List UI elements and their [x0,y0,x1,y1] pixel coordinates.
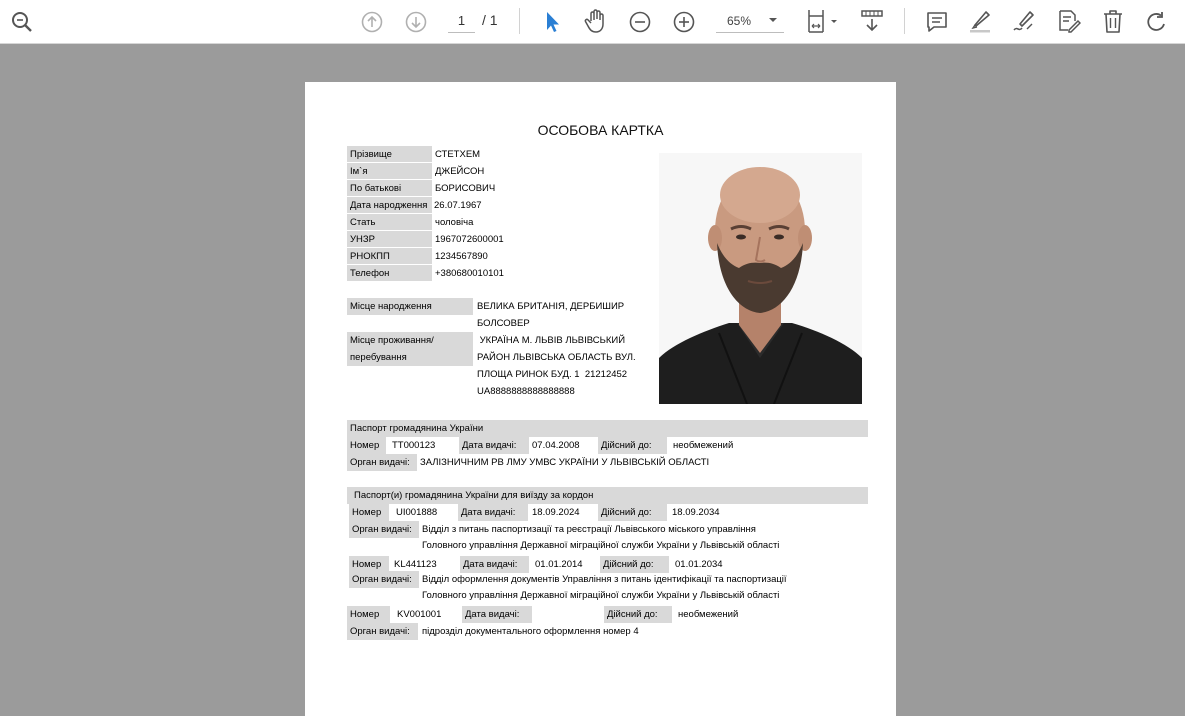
label-patronymic: По батькові [347,180,432,196]
foreign-3-valid: необмежений [678,609,739,620]
foreign-2-valid-label: Дійсний до: [600,556,669,573]
foreign-1-org-line1: Відділ з питань паспортизації та реєстра… [422,524,756,535]
draw-icon[interactable] [1010,7,1038,35]
passport-org: ЗАЛІЗНИЧНИМ РВ ЛМУ УМВС УКРАЇНИ У ЛЬВІВС… [420,457,710,468]
zoom-in-icon[interactable] [670,8,698,36]
next-page-icon[interactable] [402,8,430,36]
document-page: ОСОБОВА КАРТКА Прізвище СТЕТХЕМ Ім`я ДЖЕ… [305,82,896,716]
foreign-2-number: KL441123 [394,559,437,570]
value-sex: чоловіча [435,217,474,228]
value-birthplace-line2: БОЛСОВЕР [477,318,530,329]
page-total: / 1 [482,12,498,28]
zoom-select[interactable]: 65% [716,9,784,33]
toolbar: / 1 65% [0,0,1185,44]
foreign-1-valid-label: Дійсний до: [598,504,667,521]
highlight-icon[interactable] [966,7,994,35]
value-residence-line2: РАЙОН ЛЬВІВСЬКА ОБЛАСТЬ ВУЛ. [477,352,636,363]
foreign-2-valid: 01.01.2034 [675,559,723,570]
download-icon[interactable] [858,7,886,35]
foreign-3-org-label: Орган видачі: [347,623,418,640]
passport-issued: 07.04.2008 [532,440,580,451]
zoom-search-icon[interactable] [8,8,36,36]
foreign-2-org-line2: Головного управління Державної міграційн… [422,590,780,601]
edit-text-icon[interactable] [1054,7,1082,35]
value-birthplace-line1: ВЕЛИКА БРИТАНІЯ, ДЕРБИШИР [477,301,625,312]
label-birthplace: Місце народження [347,298,473,315]
foreign-3-valid-label: Дійсний до: [604,606,672,623]
value-rnokpp: 1234567890 [435,251,488,262]
label-residence-line1: Місце проживання/ [350,335,434,346]
label-residence-line2: перебування [350,352,407,363]
foreign-1-issued: 18.09.2024 [532,507,580,518]
person-photo [659,153,862,404]
passport-valid: необмежений [673,440,734,451]
foreign-passport-header: Паспорт(и) громадянина України для виїзд… [347,487,868,504]
foreign-1-valid: 18.09.2034 [672,507,720,518]
select-cursor-icon[interactable] [538,8,566,36]
foreign-1-number: UI001888 [396,507,438,518]
chevron-down-icon [768,14,778,28]
value-birthdate: 26.07.1967 [434,200,482,211]
label-rnokpp: РНОКПП [347,248,432,264]
hand-icon[interactable] [582,7,610,35]
label-sex: Стать [347,214,432,230]
rotate-icon[interactable] [1143,8,1171,36]
foreign-2-org-label: Орган видачі: [349,571,419,588]
foreign-3-issued-label: Дата видачі: [462,606,532,623]
passport-header: Паспорт громадянина України [347,420,868,437]
toolbar-divider [519,8,520,34]
passport-issued-label: Дата видачі: [459,437,529,454]
foreign-1-org-label: Орган видачі: [349,521,419,538]
value-residence-line3: ПЛОЩА РИНОК БУД. 1 21212452 [477,369,628,380]
value-residence-line4: UA8888888888888888 [477,386,575,397]
foreign-2-issued: 01.01.2014 [535,559,583,570]
document-title: ОСОБОВА КАРТКА [537,122,664,138]
foreign-2-org-line1: Відділ оформлення документів Управління … [422,574,787,585]
zoom-value: 65% [727,14,752,28]
foreign-1-org-line2: Головного управління Державної міграційн… [422,540,780,551]
foreign-1-number-label: Номер [349,504,389,521]
toolbar-divider [904,8,905,34]
foreign-1-issued-label: Дата видачі: [458,504,528,521]
zoom-out-icon[interactable] [626,8,654,36]
label-surname: Прізвище [347,146,432,162]
foreign-3-number: KV001001 [397,609,442,620]
passport-org-label: Орган видачі: [347,454,417,471]
foreign-2-issued-label: Дата видачі: [460,556,529,573]
value-phone: +380680010101 [435,268,504,279]
passport-number-label: Номер [347,437,386,454]
foreign-3-org-line1: підрозділ документального оформлення ном… [422,626,639,637]
passport-number: ТТ000123 [392,440,436,451]
value-residence-line1: УКРАЇНА М. ЛЬВІВ ЛЬВІВСЬКИЙ [477,335,626,346]
label-residence: Місце проживання/ перебування [347,332,473,366]
value-patronymic: БОРИСОВИЧ [435,183,496,194]
comment-icon[interactable] [923,8,951,36]
label-name: Ім`я [347,163,432,179]
page-number-input[interactable] [448,9,475,33]
value-surname: СТЕТХЕМ [435,149,481,160]
label-birthdate: Дата народження [347,197,432,213]
foreign-3-number-label: Номер [347,606,390,623]
prev-page-icon[interactable] [358,8,386,36]
label-unzr: УНЗР [347,231,432,247]
passport-valid-label: Дійсний до: [598,437,667,454]
fit-page-icon[interactable] [804,7,840,35]
value-unzr: 1967072600001 [435,234,504,245]
value-name: ДЖЕЙСОН [435,166,485,177]
delete-icon[interactable] [1099,7,1127,35]
label-phone: Телефон [347,265,432,281]
